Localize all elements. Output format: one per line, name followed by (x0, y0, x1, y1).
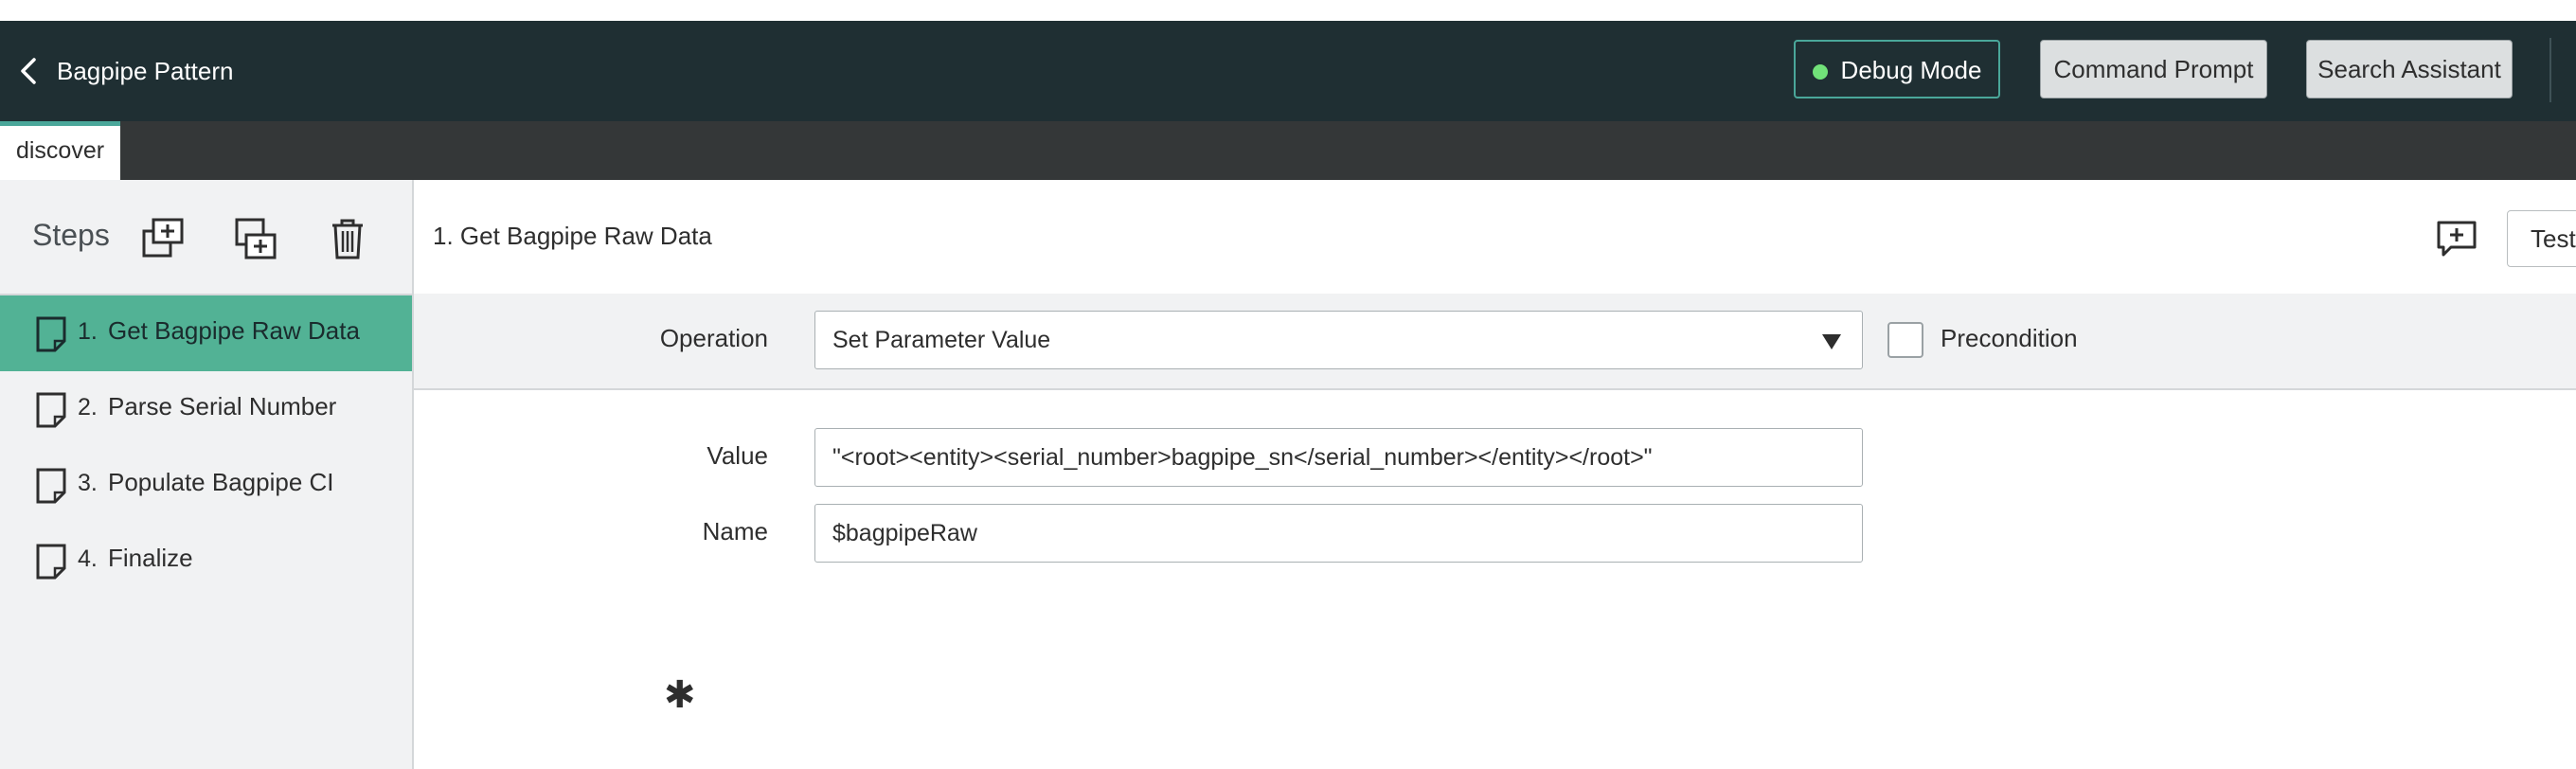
insert-step-above-icon[interactable] (142, 218, 184, 259)
step-item[interactable]: 1. Get Bagpipe Raw Data (0, 295, 412, 371)
debug-mode-button[interactable]: Debug Mode (1794, 40, 2000, 98)
steps-heading: Steps (32, 218, 110, 252)
header-divider (2549, 38, 2551, 102)
test-button[interactable]: Test (2507, 210, 2576, 267)
status-dot-icon (1812, 64, 1828, 80)
trash-icon[interactable] (327, 218, 368, 259)
step-number: 1. (78, 318, 98, 345)
insert-step-below-icon[interactable] (235, 218, 277, 259)
precondition-label: Precondition (1941, 324, 2078, 352)
steps-sidebar: Steps 1. Get Bagpipe Raw Data 2. Parse S… (0, 180, 414, 769)
operation-value: Set Parameter Value (832, 327, 1051, 353)
dropdown-caret-icon (1822, 334, 1841, 349)
step-item[interactable]: 2. Parse Serial Number (0, 371, 412, 447)
operation-select[interactable]: Set Parameter Value (814, 311, 1863, 369)
app-header: Bagpipe Pattern Debug Mode Command Promp… (0, 21, 2576, 121)
steps-toolbar: Steps (0, 180, 412, 295)
page-title: Bagpipe Pattern (57, 57, 234, 85)
browser-top-strip (0, 0, 2576, 21)
step-label: Parse Serial Number (108, 392, 337, 420)
operation-row: Operation Set Parameter Value Preconditi… (414, 294, 2576, 390)
step-title: 1. Get Bagpipe Raw Data (433, 222, 712, 250)
document-icon (36, 392, 66, 428)
tab-discover[interactable]: discover (0, 121, 120, 180)
tab-bar: discover (0, 121, 2576, 180)
step-editor-header: 1. Get Bagpipe Raw Data Test (414, 180, 2576, 295)
value-input[interactable]: "<root><entity><serial_number>bagpipe_sn… (814, 428, 1863, 487)
operation-label: Operation (659, 324, 768, 352)
step-number: 3. (78, 470, 98, 496)
document-icon (36, 544, 66, 580)
add-comment-icon[interactable] (2436, 220, 2478, 258)
precondition-checkbox[interactable] (1887, 322, 1923, 358)
back-chevron-icon[interactable] (17, 57, 40, 85)
step-item[interactable]: 3. Populate Bagpipe CI (0, 447, 412, 523)
step-number: 2. (78, 394, 98, 420)
command-prompt-button[interactable]: Command Prompt (2040, 40, 2267, 98)
debug-mode-label: Debug Mode (1840, 56, 1982, 84)
document-icon (36, 316, 66, 352)
step-number: 4. (78, 545, 98, 572)
step-label: Finalize (108, 544, 193, 572)
step-editor: 1. Get Bagpipe Raw Data Test Operation S… (414, 180, 2576, 769)
value-label: Value (707, 441, 768, 470)
required-asterisk-icon: ✱ (664, 674, 696, 716)
step-item[interactable]: 4. Finalize (0, 523, 412, 599)
name-label: Name (702, 517, 768, 545)
name-input[interactable]: $bagpipeRaw (814, 504, 1863, 563)
step-label: Populate Bagpipe CI (108, 468, 334, 496)
document-icon (36, 468, 66, 504)
search-assistant-button[interactable]: Search Assistant (2306, 40, 2513, 98)
step-label: Get Bagpipe Raw Data (108, 316, 360, 345)
